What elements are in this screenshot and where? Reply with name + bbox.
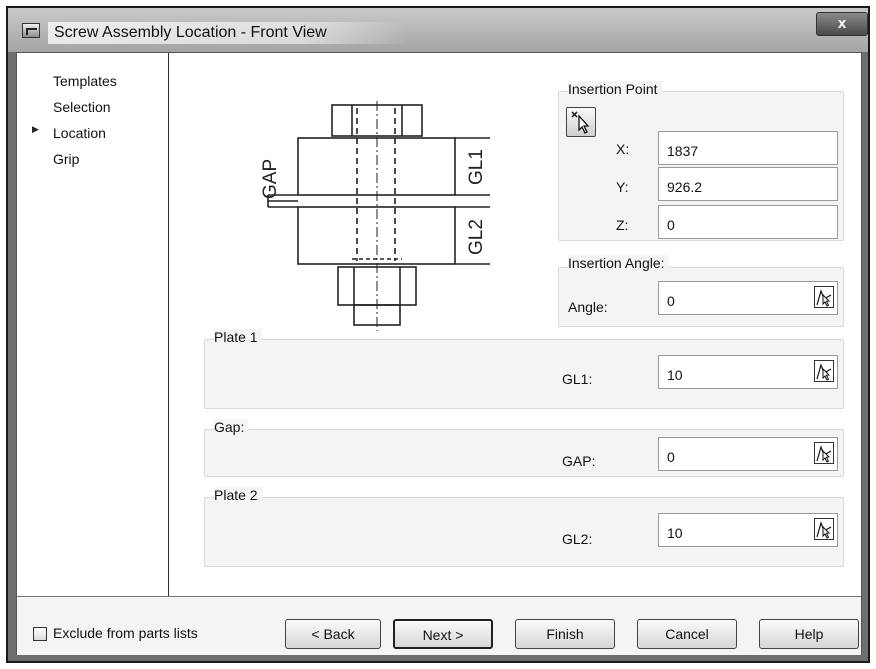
screw-assembly-diagram: GAP GL1 GL2 [260, 101, 490, 331]
plate-2-title: Plate 2 [214, 487, 262, 503]
gap-separator [260, 429, 836, 430]
cancel-button[interactable]: Cancel [637, 619, 737, 649]
gl2-pick-button[interactable] [814, 518, 834, 540]
pick-cursor-icon [816, 521, 832, 539]
plate-1-separator [266, 339, 836, 340]
gl2-dimension-label: GL2 [466, 219, 487, 255]
dialog-footer: Exclude from parts lists < Back Next > F… [17, 596, 861, 655]
gap-title: Gap: [214, 419, 249, 435]
gl1-input[interactable] [658, 355, 838, 389]
z-label: Z: [616, 217, 629, 233]
gap-input[interactable] [658, 437, 838, 471]
pick-cursor-icon [816, 289, 832, 307]
gl1-pick-button[interactable] [814, 360, 834, 382]
close-button[interactable]: x [816, 12, 868, 36]
nav-item-location[interactable]: Location [53, 125, 106, 141]
exclude-from-parts-checkbox[interactable] [33, 627, 47, 641]
gl1-label: GL1: [562, 371, 593, 387]
dialog-client-area: Templates Selection ▶ Location Grip GAP … [16, 52, 862, 655]
wizard-nav: Templates Selection ▶ Location Grip [17, 53, 169, 596]
main-panel: GAP GL1 GL2 Insertion Point X: Y: Z: [170, 53, 861, 596]
z-coordinate-input[interactable] [658, 205, 838, 239]
gl2-input[interactable] [658, 513, 838, 547]
angle-input[interactable] [658, 281, 838, 315]
next-button[interactable]: Next > [393, 619, 493, 649]
insertion-angle-title: Insertion Angle: [568, 255, 669, 271]
x-label: X: [616, 141, 630, 157]
window-title: Screw Assembly Location - Front View [48, 22, 408, 44]
app-icon [22, 23, 40, 38]
gap-label: GAP: [562, 453, 596, 469]
nav-item-templates[interactable]: Templates [53, 73, 117, 89]
nav-item-grip[interactable]: Grip [53, 151, 79, 167]
pick-point-icon [571, 111, 590, 134]
pick-point-button[interactable] [566, 107, 596, 137]
finish-button[interactable]: Finish [515, 619, 615, 649]
exclude-from-parts-label[interactable]: Exclude from parts lists [53, 625, 198, 641]
insertion-point-title: Insertion Point [568, 81, 662, 97]
y-label: Y: [616, 179, 629, 195]
nav-item-selection[interactable]: Selection [53, 99, 111, 115]
pick-cursor-icon [816, 363, 832, 381]
help-button[interactable]: Help [759, 619, 859, 649]
angle-label: Angle: [568, 299, 608, 315]
pick-cursor-icon [816, 445, 832, 463]
gap-dimension-label: GAP [260, 159, 281, 199]
plate-2-separator [266, 497, 836, 498]
current-step-marker-icon: ▶ [32, 124, 39, 134]
gl1-dimension-label: GL1 [466, 149, 487, 185]
plate-1-title: Plate 1 [214, 329, 262, 345]
gap-pick-button[interactable] [814, 442, 834, 464]
x-coordinate-input[interactable] [658, 131, 838, 165]
gl2-label: GL2: [562, 531, 593, 547]
y-coordinate-input[interactable] [658, 167, 838, 201]
angle-pick-button[interactable] [814, 286, 834, 308]
title-bar[interactable]: Screw Assembly Location - Front View x [8, 8, 868, 52]
back-button[interactable]: < Back [285, 619, 381, 649]
dialog-window: Screw Assembly Location - Front View x T… [6, 6, 870, 663]
